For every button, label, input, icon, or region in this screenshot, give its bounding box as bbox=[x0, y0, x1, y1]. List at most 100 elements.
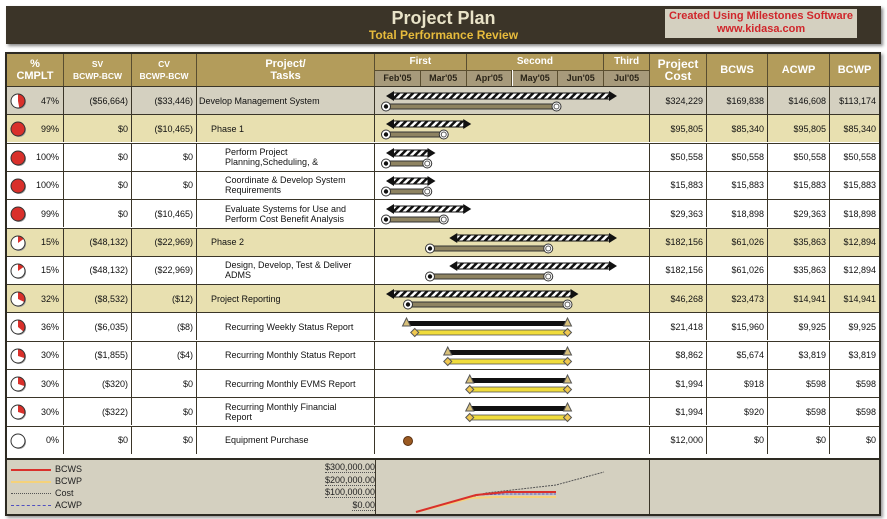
plan-bar bbox=[386, 175, 436, 186]
table-row[interactable]: 99% $0 ($10,465) Evaluate Systems for Us… bbox=[7, 199, 879, 228]
plan-bar bbox=[449, 232, 617, 243]
timeline-months: Feb'05 Mar'05 Apr'05 May'05 Jun'05 Jul'05 bbox=[375, 70, 650, 86]
sv-cell: ($8,532) bbox=[64, 285, 132, 313]
sv-cell: $0 bbox=[64, 171, 132, 199]
task-name[interactable]: Coordinate & Develop System Requirements bbox=[197, 171, 375, 199]
s-curve-svg bbox=[415, 471, 605, 513]
col-header-pct[interactable]: % CMPLT bbox=[7, 54, 64, 86]
task-name[interactable]: Develop Management System bbox=[197, 87, 375, 114]
plan-bar bbox=[386, 147, 436, 158]
table-row[interactable]: 100% $0 $0 Coordinate & Develop System R… bbox=[7, 170, 879, 199]
pct-value: 30% bbox=[40, 350, 59, 361]
cv-cell: $0 bbox=[132, 370, 197, 397]
project-grid: % CMPLT SV BCWP-BCW CV BCWP-BCW Project/Tas… bbox=[5, 52, 881, 516]
bcwp-cell: $18,898 bbox=[843, 208, 876, 219]
gantt-cell bbox=[375, 143, 650, 171]
month-header: Mar'05 bbox=[420, 70, 467, 86]
pct-cell: 99% bbox=[7, 115, 64, 143]
gantt-cell bbox=[375, 426, 650, 454]
completion-pie-icon bbox=[10, 376, 28, 396]
table-row[interactable]: 15% ($48,132) ($22,969) Design, Develop,… bbox=[7, 255, 879, 284]
y-axis-label: $200,000.00 bbox=[324, 474, 375, 486]
y-axis-label: $0.00 bbox=[352, 499, 375, 511]
pct-value: 99% bbox=[40, 208, 59, 219]
pct-cell: 100% bbox=[7, 171, 64, 199]
legend-label: BCWP bbox=[55, 476, 82, 486]
plan-bar bbox=[464, 373, 573, 384]
actual-bar bbox=[425, 271, 554, 282]
summary-footer: BCWS BCWP Cost ACWP $300,000.00 $200,000.00 $… bbox=[7, 458, 879, 514]
actual-bar bbox=[465, 384, 573, 395]
plan-bar bbox=[464, 402, 573, 412]
cost-cell: $8,862 bbox=[650, 341, 707, 369]
col-header-cv[interactable]: CV BCWP-BCW bbox=[132, 54, 197, 86]
y-axis-label: $300,000.00 bbox=[324, 462, 375, 473]
pct-value: 32% bbox=[40, 293, 59, 304]
sv-cell: ($56,664) bbox=[64, 87, 132, 114]
table-row[interactable]: 100% $0 $0 Perform Project Planning,Sche… bbox=[7, 142, 879, 171]
task-name[interactable]: Project Reporting bbox=[197, 285, 375, 313]
bcws-cell: $918 bbox=[707, 370, 768, 397]
bcws-line bbox=[415, 491, 556, 513]
table-row[interactable]: 30% ($322) $0 Recurring Monthly Financia… bbox=[7, 397, 879, 426]
cv-cell: ($4) bbox=[132, 341, 197, 369]
cv-cell: $0 bbox=[132, 171, 197, 199]
table-row[interactable]: 30% ($1,855) ($4) Recurring Monthly Stat… bbox=[7, 340, 879, 369]
cost-cell: $46,268 bbox=[650, 285, 707, 313]
acwp-cell: $35,863 bbox=[768, 228, 830, 256]
task-name[interactable]: Phase 1 bbox=[197, 115, 375, 143]
task-name[interactable]: Recurring Monthly EVMS Report bbox=[197, 370, 375, 397]
sv-cell: ($322) bbox=[64, 398, 132, 426]
bcws-cell: $0 bbox=[707, 426, 768, 454]
bcws-cell: $61,026 bbox=[707, 228, 768, 256]
month-header: Jul'05 bbox=[604, 70, 650, 86]
pct-value: 99% bbox=[40, 123, 59, 134]
pct-cell: 99% bbox=[7, 200, 64, 228]
bcwp-cell: $12,894 bbox=[843, 237, 876, 247]
cost-cell: $1,994 bbox=[650, 370, 707, 397]
task-name[interactable]: Evaluate Systems for Use and Perform Cos… bbox=[197, 200, 375, 228]
table-row[interactable]: 36% ($6,035) ($8) Recurring Weekly Statu… bbox=[7, 312, 879, 341]
task-name[interactable]: Design, Develop, Test & Deliver ADMS bbox=[197, 256, 375, 284]
table-row[interactable]: 47% ($56,664) ($33,446) Develop Manageme… bbox=[7, 86, 879, 114]
col-header-cost[interactable]: Project Cost bbox=[650, 54, 707, 86]
task-name[interactable]: Equipment Purchase bbox=[197, 426, 375, 454]
pct-value: 36% bbox=[40, 321, 59, 332]
bcwp-cell: $598 bbox=[855, 406, 876, 417]
acwp-cell: $35,863 bbox=[768, 256, 830, 284]
promo-banner[interactable]: Created Using Milestones Software www.ki… bbox=[665, 9, 857, 38]
pct-value: 100% bbox=[35, 152, 59, 163]
task-name[interactable]: Recurring Monthly Financial Report bbox=[197, 398, 375, 426]
completion-pie-icon bbox=[10, 404, 28, 424]
timeline-quarters: First Second Third bbox=[375, 54, 650, 70]
legend-swatch bbox=[11, 493, 51, 494]
promo-link[interactable]: www.kidasa.com bbox=[665, 23, 857, 36]
col-header-bcws[interactable]: BCWS bbox=[707, 54, 768, 86]
bcws-cell: $85,340 bbox=[707, 115, 768, 143]
table-row[interactable]: 32% ($8,532) ($12) Project Reporting $46… bbox=[7, 284, 879, 313]
col-header-acwp[interactable]: ACWP bbox=[768, 54, 830, 86]
bcws-cell: $920 bbox=[707, 398, 768, 426]
gantt-cell bbox=[375, 256, 650, 284]
col-header-sv[interactable]: SV BCWP-BCW bbox=[64, 54, 132, 86]
actual-bar bbox=[443, 356, 573, 366]
task-name[interactable]: Recurring Weekly Status Report bbox=[197, 313, 375, 341]
task-name[interactable]: Recurring Monthly Status Report bbox=[197, 341, 375, 369]
table-row[interactable]: 0% $0 $0 Equipment Purchase $12,000 $0 $… bbox=[7, 425, 879, 454]
table-row[interactable]: 30% ($320) $0 Recurring Monthly EVMS Rep… bbox=[7, 369, 879, 397]
table-row[interactable]: 99% $0 ($10,465) Phase 1 $95,805 $85,340… bbox=[7, 114, 879, 143]
completion-pie-icon bbox=[10, 206, 28, 226]
cv-cell: ($33,446) bbox=[132, 87, 197, 114]
task-name[interactable]: Perform Project Planning,Scheduling, & bbox=[197, 143, 375, 171]
bcws-cell: $15,960 bbox=[707, 313, 768, 341]
gantt-cell bbox=[375, 370, 650, 397]
table-row[interactable]: 15% ($48,132) ($22,969) Phase 2 $182,156… bbox=[7, 227, 879, 256]
task-name[interactable]: Phase 2 bbox=[197, 228, 375, 256]
bcws-cell: $169,838 bbox=[707, 87, 768, 114]
month-header: Feb'05 bbox=[375, 70, 421, 86]
plan-bar bbox=[386, 289, 579, 300]
col-header-task[interactable]: Project/Tasks bbox=[197, 54, 375, 86]
pct-value: 30% bbox=[40, 378, 59, 389]
pct-cell: 15% bbox=[7, 228, 64, 256]
col-header-bcwp[interactable]: BCWP bbox=[830, 54, 879, 86]
